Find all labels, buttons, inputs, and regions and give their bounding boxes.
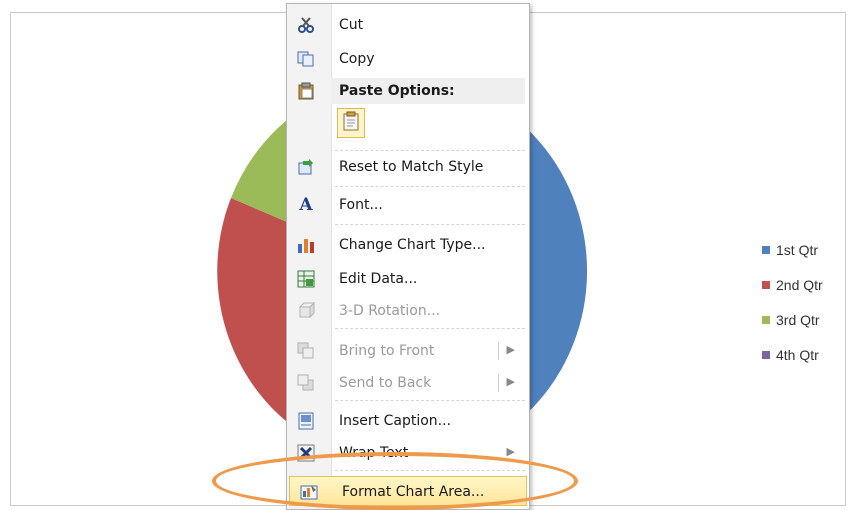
menu-item-reset-to-match-style[interactable]: Reset to Match Style — [287, 152, 529, 182]
chart-legend[interactable]: 1st Qtr 2nd Qtr 3rd Qtr 4th Qtr — [762, 232, 823, 372]
font-icon: A — [299, 195, 313, 215]
menu-label-copy: Copy — [339, 51, 375, 67]
legend-label-1st-qtr: 1st Qtr — [776, 241, 819, 258]
bring-front-icon — [297, 342, 315, 360]
menu-label-3d-rotation: 3-D Rotation... — [339, 303, 441, 319]
submenu-arrow-icon[interactable]: ▶ — [507, 343, 515, 356]
menu-item-change-chart-type[interactable]: Change Chart Type... — [287, 230, 529, 260]
legend-item-3rd-qtr: 3rd Qtr — [762, 302, 823, 337]
legend-item-4th-qtr: 4th Qtr — [762, 337, 823, 372]
menu-label-paste-options: Paste Options: — [339, 83, 455, 99]
menu-label-change-chart-type: Change Chart Type... — [339, 237, 486, 253]
menu-label-insert-caption: Insert Caption... — [339, 413, 452, 429]
menu-separator — [335, 224, 525, 225]
menu-separator — [335, 400, 525, 401]
legend-swatch-3rd-qtr — [762, 315, 770, 324]
legend-swatch-4th-qtr — [762, 350, 770, 359]
menu-separator — [335, 328, 525, 329]
legend-label-4th-qtr: 4th Qtr — [776, 346, 819, 363]
paste-options-header: Paste Options: — [331, 78, 525, 104]
caption-icon — [297, 412, 315, 430]
legend-swatch-1st-qtr — [762, 245, 770, 254]
legend-item-2nd-qtr: 2nd Qtr — [762, 267, 823, 302]
spreadsheet-icon — [297, 270, 315, 288]
menu-label-reset-to-match-style: Reset to Match Style — [339, 159, 484, 175]
submenu-arrow-icon: ▶ — [506, 445, 515, 458]
split-divider — [498, 342, 499, 360]
menu-item-copy[interactable]: Copy — [287, 44, 529, 74]
menu-label-send-to-back: Send to Back — [339, 375, 432, 391]
paste-keep-formatting-icon — [343, 111, 359, 135]
menu-item-cut[interactable]: Cut — [287, 10, 529, 40]
menu-item-3d-rotation[interactable]: 3-D Rotation... — [287, 296, 529, 326]
send-back-icon — [297, 374, 315, 392]
legend-label-3rd-qtr: 3rd Qtr — [776, 311, 820, 328]
menu-label-bring-to-front: Bring to Front — [339, 343, 435, 359]
menu-item-edit-data[interactable]: Edit Data... — [287, 264, 529, 294]
context-menu[interactable]: Cut Copy Paste Options: Reset to Match S… — [286, 3, 530, 510]
split-divider — [498, 374, 499, 392]
reset-style-icon — [297, 158, 315, 176]
bar-chart-icon — [297, 236, 315, 254]
submenu-arrow-icon[interactable]: ▶ — [507, 375, 515, 388]
legend-label-2nd-qtr: 2nd Qtr — [776, 276, 823, 293]
legend-item-1st-qtr: 1st Qtr — [762, 232, 823, 267]
paste-keep-formatting-button[interactable] — [337, 108, 365, 138]
menu-separator — [335, 150, 525, 151]
menu-label-cut: Cut — [339, 17, 364, 33]
menu-item-bring-to-front[interactable]: Bring to Front ▶ — [287, 336, 529, 366]
menu-label-edit-data: Edit Data... — [339, 271, 418, 287]
menu-separator — [335, 186, 525, 187]
menu-item-send-to-back[interactable]: Send to Back ▶ — [287, 368, 529, 398]
clipboard-icon — [297, 82, 315, 100]
highlight-ellipse — [212, 452, 578, 510]
scissors-icon — [297, 16, 315, 34]
rotation-icon — [297, 302, 315, 320]
legend-swatch-2nd-qtr — [762, 280, 770, 289]
menu-item-insert-caption[interactable]: Insert Caption... — [287, 406, 529, 436]
menu-label-font: Font... — [339, 197, 383, 213]
menu-item-font[interactable]: A Font... — [287, 190, 529, 220]
copy-icon — [297, 50, 315, 68]
